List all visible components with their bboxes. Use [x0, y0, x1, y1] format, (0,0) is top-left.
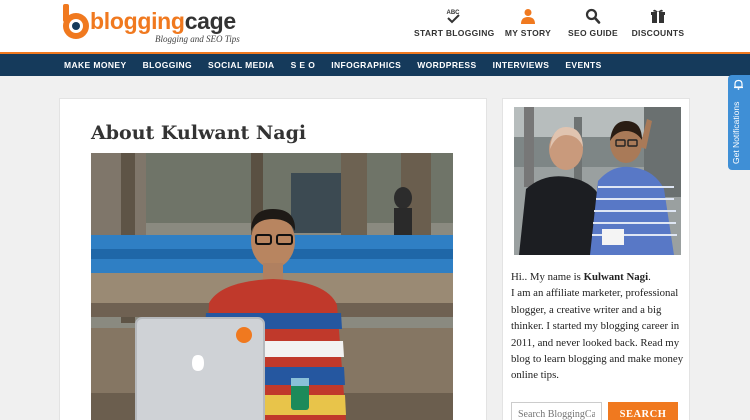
- menu-item-infographics[interactable]: INFOGRAPHICS: [331, 54, 401, 76]
- topnav-seo-guide[interactable]: SEO GUIDE: [566, 6, 620, 48]
- get-notifications-label: Get Notifications: [731, 101, 741, 164]
- topnav-discounts[interactable]: DISCOUNTS: [630, 6, 686, 48]
- menu-item-seo[interactable]: S E O: [291, 54, 316, 76]
- menu-item-blogging[interactable]: BLOGGING: [143, 54, 192, 76]
- main-content: About Kulwant Nagi: [59, 98, 487, 420]
- topnav-my-story-label: MY STORY: [504, 28, 552, 38]
- abc-check-icon: ABC: [447, 10, 460, 24]
- site-logo[interactable]: bloggingcage Blogging and SEO Tips: [60, 3, 240, 47]
- menu-item-make-money[interactable]: MAKE MONEY: [64, 54, 127, 76]
- user-icon: [521, 9, 535, 24]
- logo-text-cage: cage: [184, 8, 237, 34]
- author-photo-illustration: [91, 153, 453, 420]
- logo-mark-icon: [63, 4, 89, 39]
- author-photo: [91, 153, 453, 420]
- topnav-discounts-label: DISCOUNTS: [631, 28, 685, 38]
- page-title: About Kulwant Nagi: [91, 122, 307, 144]
- bio-text: I am an affiliate marketer, professional…: [511, 287, 684, 382]
- sidebar-photo-illustration: [514, 107, 681, 255]
- search-button[interactable]: SEARCH: [608, 402, 678, 420]
- author-bio: Hi.. My name is Kulwant Nagi. I am an af…: [511, 269, 687, 384]
- logo-tagline: Blogging and SEO Tips: [155, 34, 240, 44]
- topnav-seo-guide-label: SEO GUIDE: [568, 28, 618, 38]
- search-icon: [585, 8, 601, 24]
- gift-icon: [651, 9, 665, 23]
- logo-text-blogging: blogging: [90, 8, 185, 34]
- topnav-start-blogging-label: START BLOGGING: [414, 28, 495, 38]
- bio-intro: Hi.. My name is: [511, 271, 584, 283]
- sidebar-photo: [514, 107, 681, 255]
- menu-item-wordpress[interactable]: WORDPRESS: [417, 54, 476, 76]
- main-menu: MAKE MONEY BLOGGING SOCIAL MEDIA S E O I…: [0, 52, 750, 76]
- site-header: bloggingcage Blogging and SEO Tips ABC S…: [0, 0, 750, 52]
- bio-period: .: [648, 271, 651, 283]
- logo-text: bloggingcage: [90, 9, 236, 33]
- menu-item-interviews[interactable]: INTERVIEWS: [493, 54, 550, 76]
- menu-item-events[interactable]: EVENTS: [565, 54, 601, 76]
- search-input[interactable]: [511, 402, 602, 420]
- get-notifications-tab[interactable]: Get Notifications: [728, 75, 750, 170]
- topnav-start-blogging[interactable]: ABC START BLOGGING: [414, 6, 495, 48]
- bio-name: Kulwant Nagi: [583, 271, 649, 283]
- topnav-my-story[interactable]: MY STORY: [502, 6, 554, 48]
- sidebar: Hi.. My name is Kulwant Nagi. I am an af…: [502, 98, 690, 420]
- menu-item-social-media[interactable]: SOCIAL MEDIA: [208, 54, 275, 76]
